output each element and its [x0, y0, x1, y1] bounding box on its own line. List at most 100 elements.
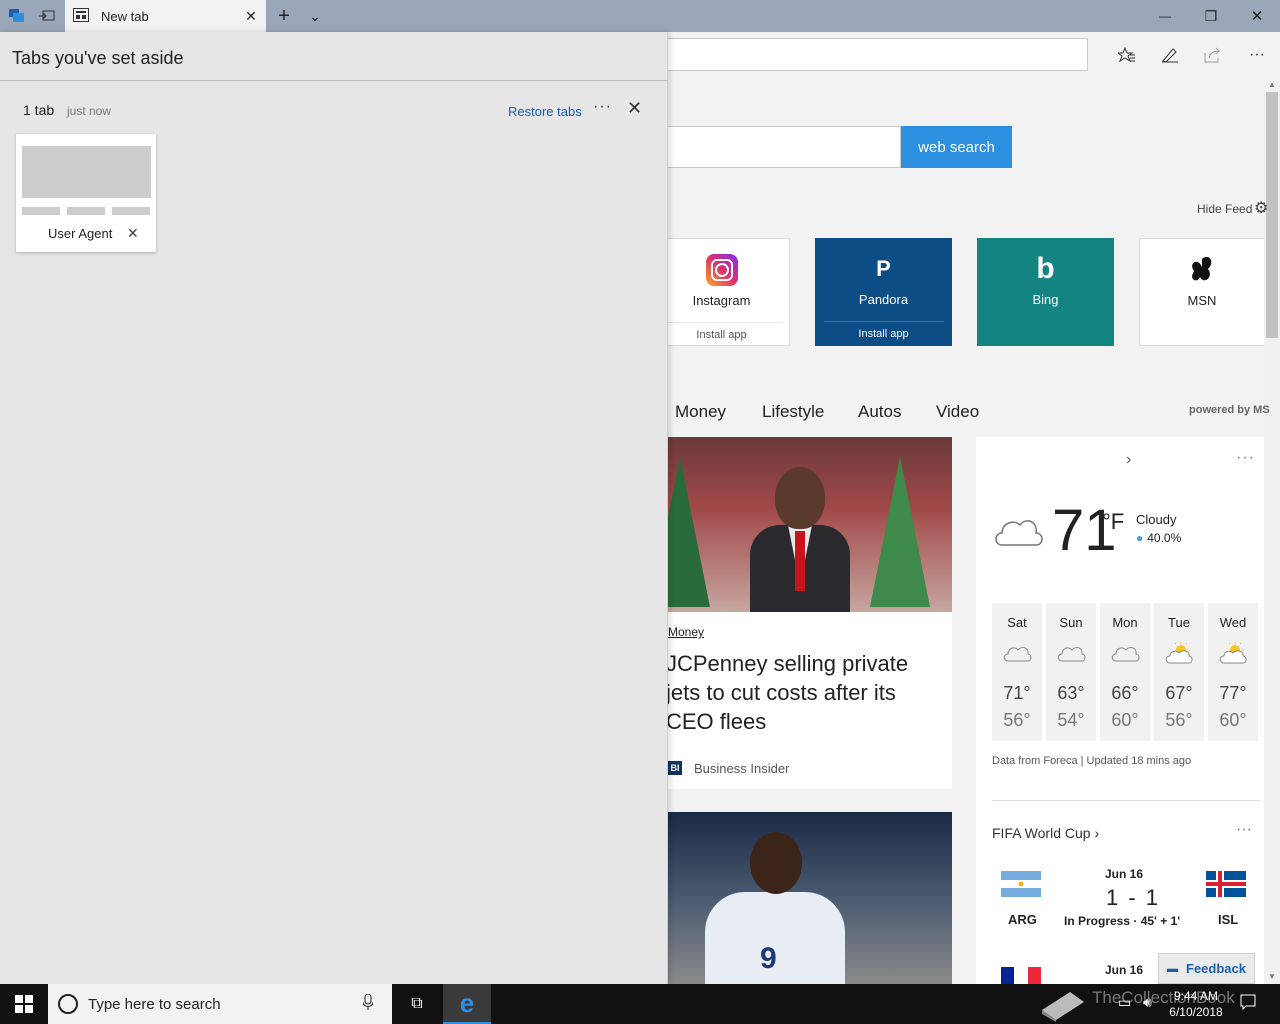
divider: [0, 80, 668, 81]
news-headline[interactable]: JCPenney selling private jets to cut cos…: [666, 649, 936, 736]
match-score: 1 - 1: [1106, 885, 1161, 910]
tile-label: MSN: [1187, 293, 1217, 308]
team-home: ARG: [1008, 912, 1037, 927]
favorites-hub-icon[interactable]: [1114, 42, 1140, 68]
tab-card-title: User Agent: [48, 226, 113, 241]
cloudy-icon: [995, 520, 1043, 546]
match-date: Jun 16: [1105, 867, 1144, 881]
news-image: [640, 437, 952, 612]
cloudy-icon: [1057, 646, 1086, 662]
tile-bing[interactable]: b Bing: [977, 238, 1114, 346]
edge-taskbar-icon[interactable]: e: [443, 984, 491, 1024]
jersey-number: 9: [760, 942, 777, 975]
tab-group-count: 1 tab: [23, 102, 55, 118]
iceland-flag-icon: [1206, 871, 1246, 897]
install-app-link[interactable]: Install app: [661, 322, 782, 341]
tile-label: Bing: [1032, 292, 1059, 307]
forecast-day[interactable]: Tue 67° 56°: [1154, 603, 1204, 741]
weather-condition: Cloudy: [1136, 512, 1177, 527]
tab-new-tab[interactable]: New tab ✕: [65, 0, 266, 33]
tab-close-icon[interactable]: ✕: [236, 8, 266, 25]
taskbar: Type here to search ⧉ e TheCollectionBoo…: [0, 984, 1280, 1024]
news-source: Business Insider: [694, 761, 790, 776]
precipitation: ● 40.0%: [1136, 531, 1182, 545]
hide-feed-link[interactable]: Hide Feed: [1197, 202, 1252, 216]
new-tab-button[interactable]: +: [270, 0, 298, 32]
close-icon[interactable]: ✕: [127, 225, 139, 242]
news-category-tag[interactable]: Money: [668, 625, 704, 639]
partly-sunny-icon: [1219, 642, 1247, 664]
weather-more-icon[interactable]: ···: [1236, 449, 1255, 467]
tile-instagram[interactable]: Instagram Install app: [653, 238, 790, 346]
volume-icon[interactable]: 🔊︎: [1143, 994, 1152, 1011]
match-date: Jun 16: [1105, 963, 1144, 977]
close-window-button[interactable]: ✕: [1234, 0, 1280, 32]
web-search-input[interactable]: [640, 126, 901, 168]
gear-icon[interactable]: ⚙: [1254, 198, 1268, 218]
search-placeholder: Type here to search: [88, 995, 221, 1013]
scroll-up-icon[interactable]: ▲: [1264, 76, 1280, 92]
powered-by-label: powered by MS: [1189, 404, 1270, 416]
cloudy-icon: [1111, 646, 1140, 662]
news-card[interactable]: Money JCPenney selling private jets to c…: [640, 437, 952, 789]
network-icon[interactable]: ▭: [1118, 994, 1131, 1011]
instagram-icon: [705, 254, 738, 286]
feedback-button[interactable]: ▬ Feedback: [1158, 953, 1255, 984]
book-watermark-icon: [1040, 984, 1086, 1024]
action-center-icon[interactable]: [1240, 994, 1256, 1013]
pandora-icon: P: [876, 256, 891, 281]
title-bar: New tab ✕ + ⌄ — ❐ ✕: [0, 0, 1280, 33]
close-icon[interactable]: ✕: [627, 98, 642, 119]
category-autos[interactable]: Autos: [858, 402, 901, 422]
tile-pandora[interactable]: P Pandora Install app: [815, 238, 952, 346]
fifa-world-cup-link[interactable]: FIFA World Cup ›: [992, 825, 1099, 841]
argentina-flag-icon: [1001, 871, 1041, 897]
forecast-day[interactable]: Sat 71° 56°: [992, 603, 1042, 741]
divider: [992, 800, 1260, 801]
category-video[interactable]: Video: [936, 402, 979, 422]
windows-start-icon[interactable]: [0, 984, 48, 1024]
minimize-button[interactable]: —: [1142, 0, 1188, 32]
maximize-button[interactable]: ❐: [1188, 0, 1234, 32]
news-image-football[interactable]: 9: [640, 812, 952, 984]
france-flag-icon: [1001, 967, 1041, 984]
system-clock[interactable]: 9:44 AM 6/10/2018: [1168, 988, 1224, 1020]
tab-group-time: just now: [67, 104, 112, 118]
share-icon[interactable]: [1200, 42, 1226, 68]
raindrop-icon: ●: [1136, 531, 1144, 545]
group-more-icon[interactable]: ···: [593, 98, 612, 116]
msn-butterfly-icon: [1188, 253, 1216, 287]
chevron-right-icon[interactable]: ›: [1126, 451, 1131, 469]
forecast-day[interactable]: Mon 66° 60°: [1100, 603, 1150, 741]
fifa-more-icon[interactable]: ···: [1236, 821, 1252, 839]
cloudy-icon: [1003, 646, 1032, 662]
set-aside-panel: Tabs you've set aside 1 tab just now Res…: [0, 32, 668, 984]
tile-msn[interactable]: MSN: [1139, 238, 1264, 346]
more-actions-icon[interactable]: ···: [1244, 42, 1270, 68]
set-aside-current-icon[interactable]: [36, 0, 58, 32]
address-bar[interactable]: [640, 38, 1088, 71]
weather-source[interactable]: Data from Foreca | Updated 18 mins ago: [992, 755, 1191, 767]
tile-label: Pandora: [858, 292, 909, 307]
pen-icon[interactable]: [1157, 42, 1183, 68]
restore-tabs-link[interactable]: Restore tabs: [508, 104, 582, 119]
bing-icon: b: [1036, 252, 1055, 285]
forecast-day[interactable]: Sun 63° 54°: [1046, 603, 1096, 741]
web-search-button[interactable]: web search: [901, 126, 1012, 168]
tab-thumbnail: [22, 146, 151, 198]
panel-title: Tabs you've set aside: [12, 48, 184, 68]
category-money[interactable]: Money: [675, 402, 726, 422]
set-aside-tabs-icon[interactable]: [6, 0, 28, 32]
comment-icon: ▬: [1167, 962, 1178, 975]
set-aside-tab-card[interactable]: User Agent ✕: [16, 134, 156, 252]
taskbar-search-input[interactable]: Type here to search: [48, 984, 392, 1024]
scroll-down-icon[interactable]: ▼: [1264, 968, 1280, 984]
tab-list-chevron-icon[interactable]: ⌄: [302, 0, 328, 32]
page-icon: [73, 8, 89, 25]
partly-sunny-icon: [1165, 642, 1193, 664]
category-lifestyle[interactable]: Lifestyle: [762, 402, 824, 422]
microphone-icon[interactable]: [358, 993, 378, 1015]
task-view-icon[interactable]: ⧉: [400, 984, 434, 1024]
install-app-link[interactable]: Install app: [823, 321, 944, 340]
forecast-day[interactable]: Wed 77° 60°: [1208, 603, 1258, 741]
